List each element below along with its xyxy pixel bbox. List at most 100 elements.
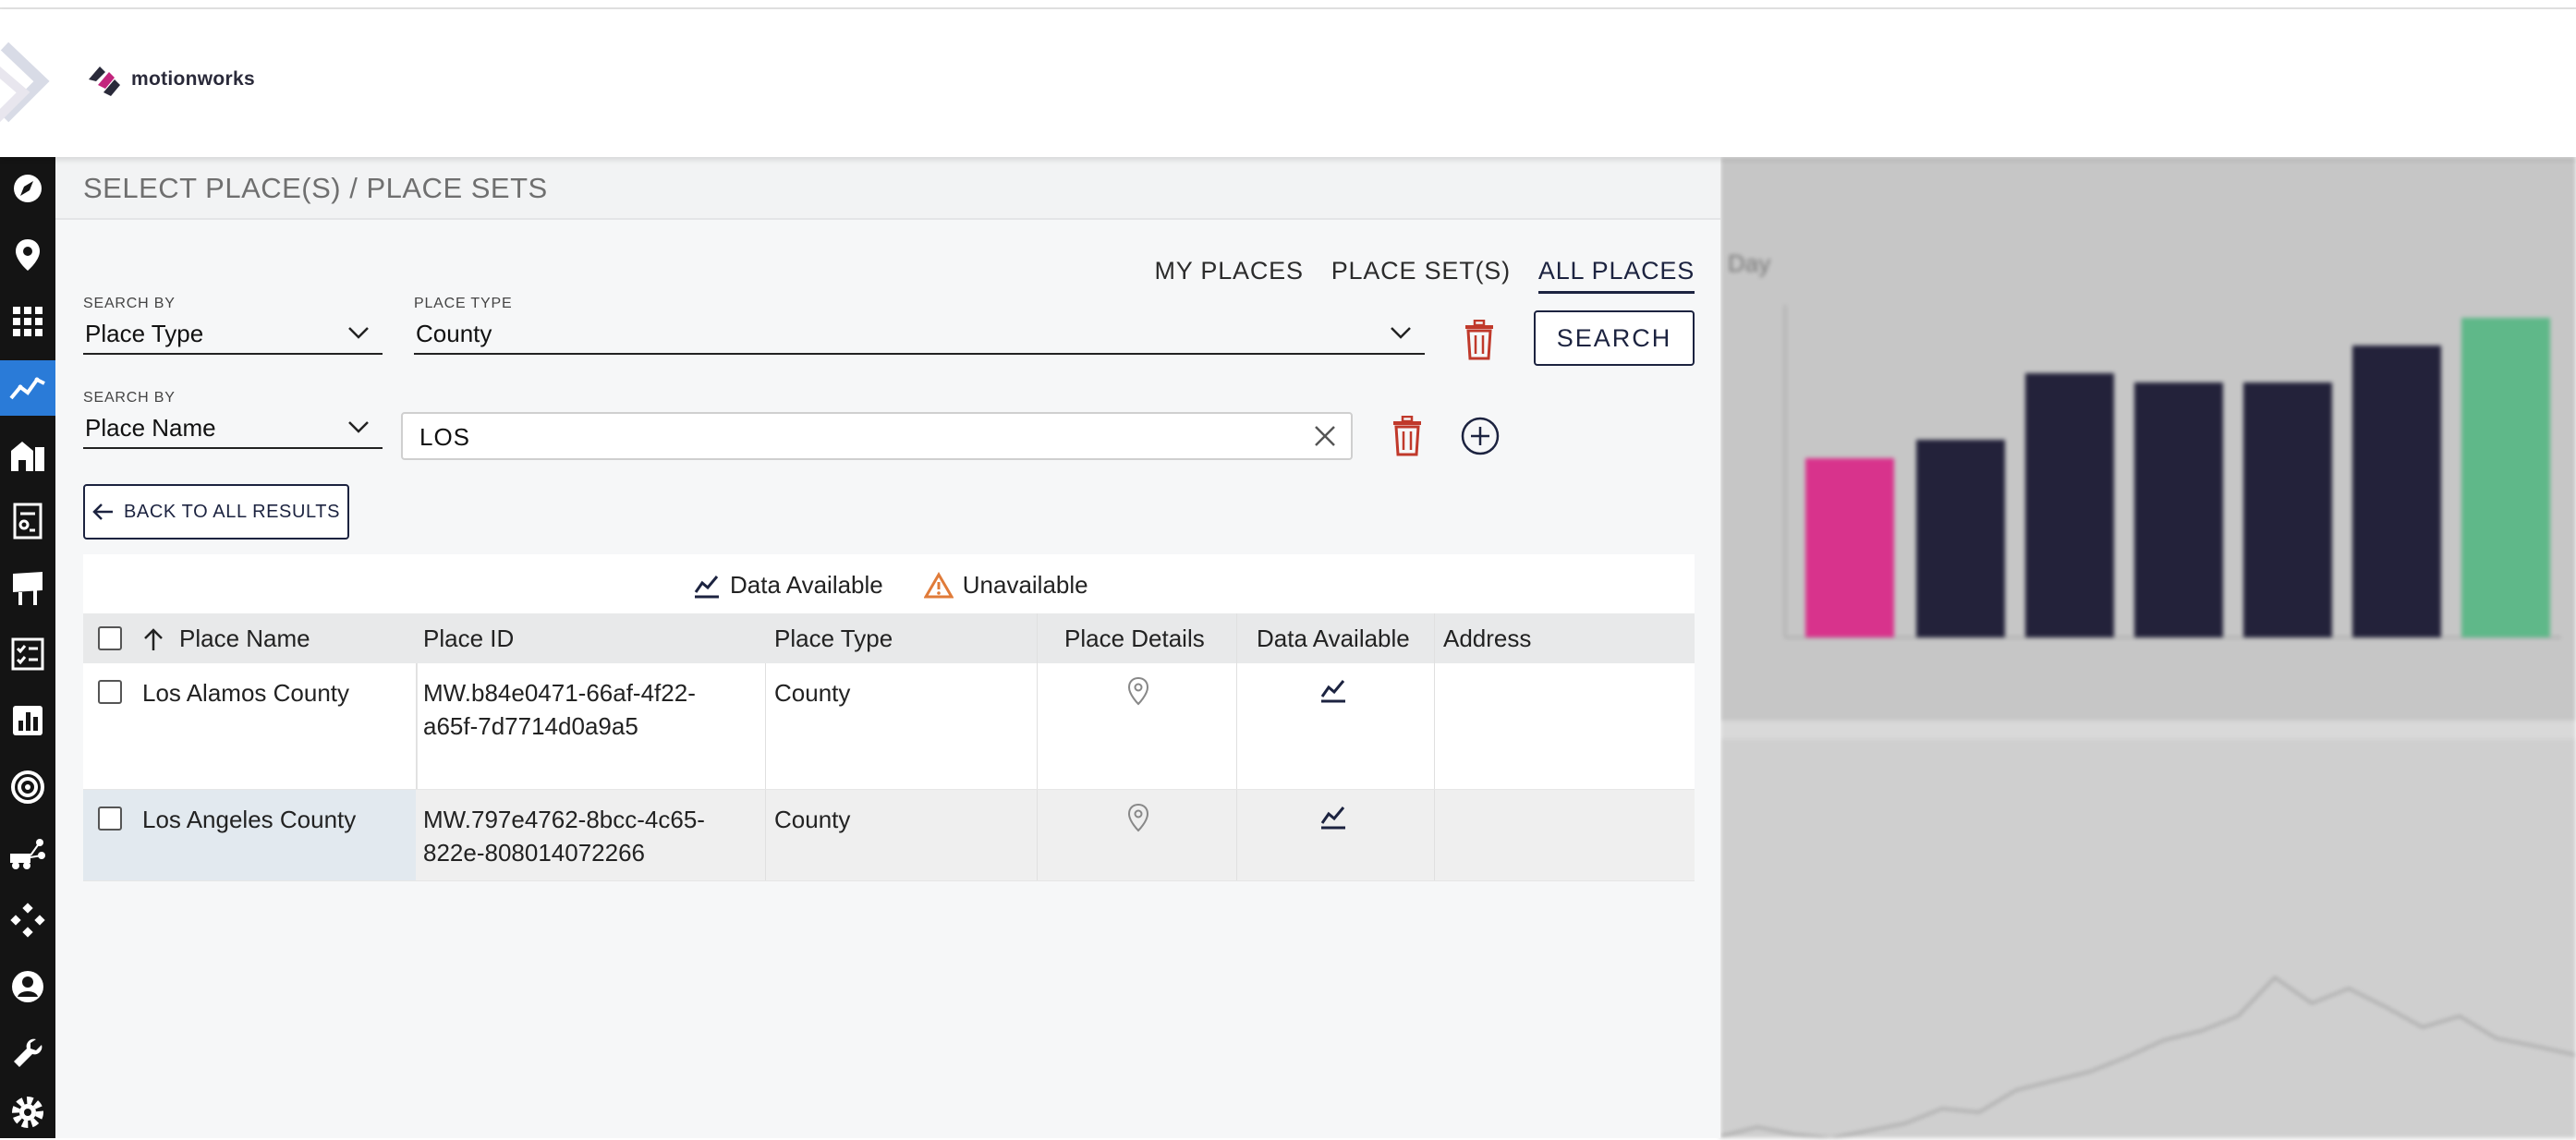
tab-place-sets[interactable]: PLACE SET(S) (1331, 257, 1511, 294)
checklist-icon (11, 637, 44, 671)
map-pin-icon (16, 239, 40, 271)
wrench-icon (14, 1038, 43, 1067)
column-divider (1434, 663, 1435, 789)
table-header: Place Name Place ID Place Type Place Det… (83, 613, 1695, 663)
place-id-line-1: MW.b84e0471-66af-4f22- (423, 679, 696, 707)
arrow-left-icon (92, 503, 113, 520)
trash-icon[interactable] (1390, 416, 1425, 456)
data-available-icon (1320, 806, 1345, 830)
sidebar-item-account[interactable] (0, 959, 55, 1014)
sidebar-item-reports[interactable] (0, 493, 55, 549)
background-scatter-graphic (1720, 976, 2576, 1138)
sidebar-item-trends[interactable] (0, 360, 55, 416)
legend: Data Available Unavailable (693, 571, 1088, 600)
place-id: MW.797e4762-8bcc-4c65- 822e-808014072266 (423, 803, 705, 869)
sidebar-item-tools[interactable] (0, 1025, 55, 1081)
grid-icon (13, 307, 43, 336)
column-divider (1236, 663, 1237, 789)
sidebar-item-apps[interactable] (0, 294, 55, 349)
place-type-label: PLACE TYPE (414, 296, 513, 311)
buildings-icon (11, 442, 44, 471)
svg-text:Day: Day (1728, 249, 1770, 277)
panel-title-bar: SELECT PLACE(S) / PLACE SETS (55, 157, 1720, 220)
place-type-value: County (416, 320, 492, 347)
trend-icon (9, 377, 45, 400)
sort-arrow-up-icon[interactable] (142, 628, 164, 652)
sidebar-item-buildings[interactable] (0, 427, 55, 482)
place-selector-panel: SELECT PLACE(S) / PLACE SETS MY PLACES P… (55, 157, 1720, 1138)
select-all-checkbox[interactable] (98, 626, 122, 650)
column-address[interactable]: Address (1443, 625, 1531, 653)
search-by-select-2[interactable]: Place Name (83, 410, 383, 449)
place-id-line-1: MW.797e4762-8bcc-4c65- (423, 806, 705, 833)
sidebar-item-places[interactable] (0, 227, 55, 283)
background-dashboard: Day (1720, 157, 2576, 1138)
search-by-label: SEARCH BY (83, 296, 176, 311)
brand-logo[interactable]: motionworks (85, 61, 255, 98)
search-by-select[interactable]: Place Type (83, 316, 383, 355)
app-header: motionworks (0, 9, 2576, 157)
motionworks-logo-icon (89, 67, 120, 96)
column-divider (1037, 790, 1038, 880)
sidebar-item-network[interactable] (0, 826, 55, 881)
back-to-all-results-button[interactable]: BACK TO ALL RESULTS (83, 484, 349, 540)
gear-icon (12, 1097, 43, 1128)
sidebar-item-analytics[interactable] (0, 693, 55, 748)
brand-name: motionworks (131, 68, 255, 90)
legend-unavailable-label: Unavailable (962, 571, 1088, 599)
tab-my-places[interactable]: MY PLACES (1154, 257, 1303, 294)
close-icon[interactable] (1312, 423, 1338, 449)
places-table: Place Name Place ID Place Type Place Det… (83, 613, 1695, 881)
place-name-input-value: LOS (419, 423, 471, 451)
place-name-input[interactable]: LOS (401, 412, 1353, 460)
table-row[interactable]: Los Angeles County MW.797e4762-8bcc-4c65… (83, 790, 1695, 881)
trash-icon[interactable] (1462, 320, 1497, 360)
location-pin-icon[interactable] (1127, 803, 1149, 832)
bar-chart-icon (13, 706, 43, 735)
tab-all-places[interactable]: ALL PLACES (1537, 257, 1695, 294)
data-available-icon (694, 575, 719, 598)
search-by-value: Place Type (85, 320, 204, 347)
column-divider (765, 663, 766, 789)
sidebar-item-explore[interactable] (0, 161, 55, 216)
legend-available-label: Data Available (730, 571, 883, 599)
legend-bar: Data Available Unavailable (83, 554, 1695, 613)
row-checkbox[interactable] (98, 806, 122, 831)
add-circle-icon[interactable] (1460, 416, 1501, 456)
sidebar-item-checklist[interactable] (0, 626, 55, 682)
place-id-line-2: 822e-808014072266 (423, 839, 646, 867)
column-place-id[interactable]: Place ID (423, 625, 514, 653)
sidebar-item-billboards[interactable] (0, 560, 55, 615)
background-line-card (1720, 739, 2576, 1138)
place-name: Los Alamos County (142, 679, 350, 707)
column-place-type[interactable]: Place Type (774, 625, 893, 653)
sidebar-item-nodes[interactable] (0, 892, 55, 948)
column-place-name[interactable]: Place Name (179, 625, 310, 653)
place-type: County (774, 806, 851, 833)
column-divider (1236, 790, 1237, 880)
search-by-label-2: SEARCH BY (83, 390, 176, 406)
chevron-down-icon (348, 327, 369, 339)
sidebar-item-settings[interactable] (0, 1085, 55, 1140)
search-button[interactable]: SEARCH (1534, 310, 1695, 366)
place-type-select[interactable]: County (414, 316, 1425, 355)
data-available-icon (1320, 680, 1345, 703)
report-icon (13, 503, 43, 540)
search-by-value-2: Place Name (85, 414, 216, 442)
background-card: Day (1720, 157, 2576, 721)
back-button-label: BACK TO ALL RESULTS (123, 501, 341, 522)
row-checkbox[interactable] (98, 680, 122, 704)
hex-watermark-icon (0, 42, 50, 123)
column-divider (1434, 613, 1435, 663)
place-tabs: MY PLACES PLACE SET(S) ALL PLACES (1154, 257, 1695, 294)
user-icon (12, 971, 43, 1002)
place-id-line-2: a65f-7d7714d0a9a5 (423, 712, 638, 740)
location-pin-icon[interactable] (1127, 676, 1149, 706)
column-divider (1037, 663, 1038, 789)
table-row[interactable]: Los Alamos County MW.b84e0471-66af-4f22-… (83, 663, 1695, 790)
panel-title: SELECT PLACE(S) / PLACE SETS (83, 172, 548, 204)
column-divider (1037, 613, 1038, 663)
warning-icon (923, 571, 954, 598)
nodes-icon (10, 903, 45, 938)
sidebar-item-targeting[interactable] (0, 759, 55, 815)
